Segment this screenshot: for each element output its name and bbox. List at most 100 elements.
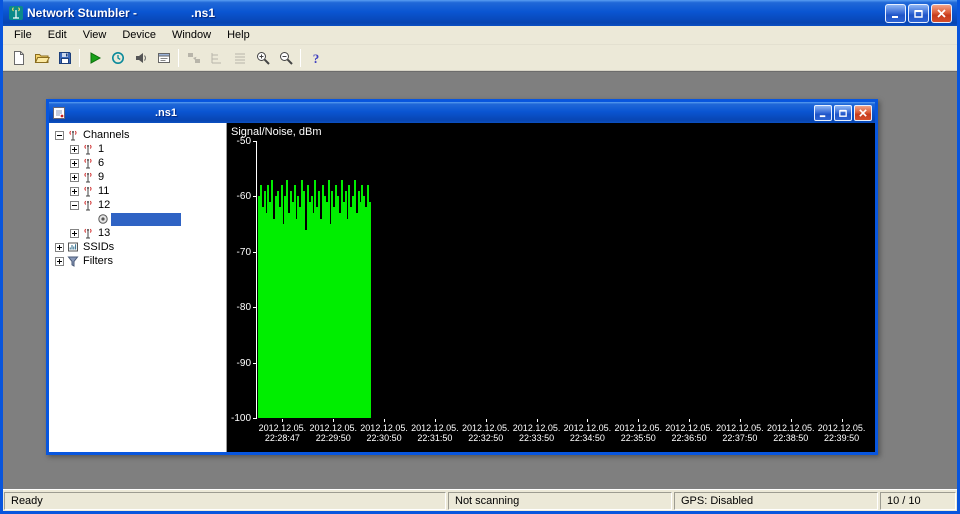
- close-button[interactable]: [931, 3, 952, 23]
- options-button[interactable]: [152, 47, 175, 69]
- auto-reconfigure-button[interactable]: [106, 47, 129, 69]
- y-tick-mark: [253, 418, 256, 419]
- x-tick-time: 22:36:50: [671, 433, 707, 443]
- tree-item-label: Channels: [83, 128, 130, 141]
- details-view-icon: [232, 50, 248, 66]
- tree-expand-icon[interactable]: [69, 172, 80, 182]
- tree-item-selected-station[interactable]: [49, 212, 226, 226]
- tree-item-label: 6: [98, 156, 105, 169]
- antenna-icon: [81, 171, 94, 183]
- tree-item-channel-9[interactable]: 9: [49, 170, 226, 184]
- tree-expand-icon[interactable]: [69, 228, 80, 238]
- x-tick-mark: [486, 419, 487, 422]
- open-file-icon: [34, 50, 50, 66]
- y-tick-mark: [253, 307, 256, 308]
- chart-bar: [368, 201, 371, 418]
- tree-item-label: 9: [98, 170, 105, 183]
- menu-view[interactable]: View: [75, 27, 115, 43]
- tree-item-label: 1: [98, 142, 105, 155]
- tree-item-channels[interactable]: Channels: [49, 128, 226, 142]
- app-title-document: .ns1: [191, 6, 216, 20]
- tree-item-channel-12[interactable]: 12: [49, 198, 226, 212]
- x-tick-mark: [689, 419, 690, 422]
- status-gps: GPS: Disabled: [674, 492, 878, 510]
- tree-item-filters[interactable]: Filters: [49, 254, 226, 268]
- chart-y-axis: [256, 141, 257, 419]
- maximize-button[interactable]: [908, 3, 929, 23]
- workspace: .ns1 Channels 1 6 9 11 12 13 SSIDs Filters Signa…: [3, 71, 957, 489]
- tree-item-channel-1[interactable]: 1: [49, 142, 226, 156]
- renumber-button: [182, 47, 205, 69]
- tree-item-channel-11[interactable]: 11: [49, 184, 226, 198]
- save-file-button[interactable]: [53, 47, 76, 69]
- tree-collapse-icon[interactable]: [69, 200, 80, 210]
- x-tick-time: 22:30:50: [366, 433, 402, 443]
- tree-expand-icon[interactable]: [69, 186, 80, 196]
- status-scanning: Not scanning: [448, 492, 672, 510]
- tree-expand-icon[interactable]: [69, 144, 80, 154]
- help-button[interactable]: ?: [304, 47, 327, 69]
- x-tick-time: 22:38:50: [773, 433, 809, 443]
- antenna-icon: [81, 185, 94, 197]
- tree-collapse-icon[interactable]: [54, 130, 65, 140]
- x-tick-label: 2012.12.05. 22:37:50: [715, 423, 766, 443]
- enable-sound-button[interactable]: [129, 47, 152, 69]
- y-tick-mark: [253, 363, 256, 364]
- start-scan-icon: [87, 50, 103, 66]
- minimize-button[interactable]: [885, 3, 906, 23]
- x-tick-time: 22:37:50: [722, 433, 758, 443]
- tree-expand-icon[interactable]: [54, 256, 65, 266]
- tree-item-channel-6[interactable]: 6: [49, 156, 226, 170]
- x-tick-mark: [435, 419, 436, 422]
- tree-expand-icon[interactable]: [54, 242, 65, 252]
- y-tick-label: -60: [236, 191, 251, 203]
- antenna-icon: [81, 143, 94, 155]
- antenna-icon: [81, 227, 94, 239]
- open-file-button[interactable]: [30, 47, 53, 69]
- zoom-out-button[interactable]: [274, 47, 297, 69]
- tree-item-channel-13[interactable]: 13: [49, 226, 226, 240]
- app-titlebar[interactable]: Network Stumbler - .ns1: [3, 0, 957, 26]
- antenna-icon: [66, 129, 79, 141]
- x-tick-date: 2012.12.05.: [258, 423, 307, 433]
- svg-text:?: ?: [312, 51, 319, 66]
- x-tick-date: 2012.12.05.: [665, 423, 713, 433]
- x-tick-label: 2012.12.05. 22:29:50: [308, 423, 359, 443]
- document-window[interactable]: .ns1 Channels 1 6 9 11 12 13 SSIDs Filters Signa…: [46, 99, 878, 455]
- menu-device[interactable]: Device: [114, 27, 164, 43]
- new-file-button[interactable]: [7, 47, 30, 69]
- x-tick-time: 22:33:50: [519, 433, 555, 443]
- y-tick-mark: [253, 141, 256, 142]
- document-maximize-button[interactable]: [834, 104, 852, 121]
- menu-window[interactable]: Window: [164, 27, 219, 43]
- menu-edit[interactable]: Edit: [40, 27, 75, 43]
- zoom-in-icon: [255, 50, 271, 66]
- auto-reconfigure-icon: [110, 50, 126, 66]
- toolbar: ?: [3, 45, 957, 71]
- status-counter: 10 / 10: [880, 492, 956, 510]
- y-tick-mark: [253, 252, 256, 253]
- tree-expand-icon[interactable]: [69, 158, 80, 168]
- y-tick-label: -50: [236, 136, 251, 147]
- x-tick-time: 22:32:50: [468, 433, 504, 443]
- x-tick-label: 2012.12.05. 22:28:47: [257, 423, 308, 443]
- start-scan-button[interactable]: [83, 47, 106, 69]
- x-tick-mark: [638, 419, 639, 422]
- document-minimize-button[interactable]: [814, 104, 832, 121]
- menu-help[interactable]: Help: [219, 27, 258, 43]
- x-tick-mark: [740, 419, 741, 422]
- x-tick-time: 22:28:47: [264, 433, 300, 443]
- zoom-out-icon: [278, 50, 294, 66]
- tree-item-ssids[interactable]: SSIDs: [49, 240, 226, 254]
- x-tick-date: 2012.12.05.: [817, 423, 866, 433]
- x-tick-label: 2012.12.05. 22:35:50: [613, 423, 664, 443]
- antenna-icon: [81, 157, 94, 169]
- menu-file[interactable]: File: [6, 27, 40, 43]
- signal-chart: Signal/Noise, dBm -50 -60 -70 -80 -90 -100 201…: [227, 123, 875, 452]
- x-tick-label: 2012.12.05. 22:33:50: [511, 423, 562, 443]
- document-close-button[interactable]: [854, 104, 872, 121]
- document-titlebar[interactable]: .ns1: [49, 102, 875, 123]
- zoom-in-button[interactable]: [251, 47, 274, 69]
- enable-sound-icon: [133, 50, 149, 66]
- x-tick-date: 2012.12.05.: [411, 423, 459, 433]
